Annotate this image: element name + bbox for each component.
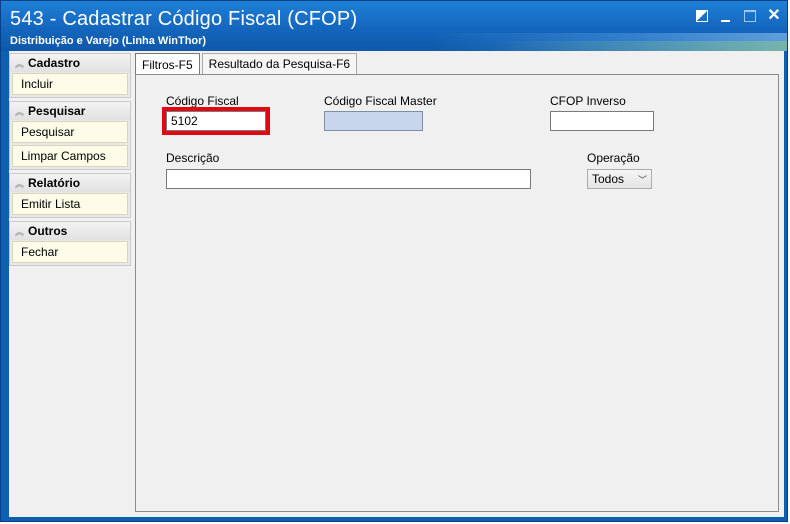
action-sidebar: ︽ Cadastro Incluir ︽ Pesquisar Pesquisar L… [9, 53, 131, 269]
codigo-fiscal-master-input[interactable] [324, 111, 423, 131]
incluir-button[interactable]: Incluir [12, 73, 128, 95]
maximize-icon[interactable] [743, 9, 757, 23]
operacao-select[interactable]: Todos ﹀ [587, 169, 652, 189]
tab-strip: Filtros-F5 Resultado da Pesquisa-F6 [135, 53, 359, 75]
group-label: Relatório [28, 176, 81, 190]
sidebar-group-header[interactable]: ︽ Pesquisar [10, 102, 130, 120]
cfop-inverso-input[interactable] [550, 111, 654, 131]
limpar-campos-button[interactable]: Limpar Campos [12, 145, 128, 167]
emitir-lista-button[interactable]: Emitir Lista [12, 193, 128, 215]
chevron-up-icon: ︽ [15, 58, 25, 69]
sidebar-group-header[interactable]: ︽ Outros [10, 222, 130, 240]
window-controls: ✕ [695, 8, 781, 24]
sidebar-group-header[interactable]: ︽ Cadastro [10, 54, 130, 72]
chevron-up-icon: ︽ [15, 106, 25, 117]
window-subtitle: Distribuição e Varejo (Linha WinThor) [10, 35, 207, 47]
sidebar-group-outros: ︽ Outros Fechar [9, 221, 131, 266]
restore-icon[interactable] [695, 9, 709, 23]
group-label: Pesquisar [28, 104, 86, 118]
window-title: 543 - Cadastrar Código Fiscal (CFOP) [10, 8, 358, 30]
sidebar-group-header[interactable]: ︽ Relatório [10, 174, 130, 192]
app-window: 543 - Cadastrar Código Fiscal (CFOP) Dis… [0, 0, 788, 522]
chevron-down-icon: ﹀ [637, 174, 647, 185]
filter-panel: Código Fiscal 5102 Código Fiscal Master … [135, 74, 779, 512]
operacao-label: Operação [587, 151, 640, 165]
title-bar[interactable]: 543 - Cadastrar Código Fiscal (CFOP) Dis… [1, 1, 787, 51]
client-area: ︽ Cadastro Incluir ︽ Pesquisar Pesquisar L… [9, 51, 784, 517]
pesquisar-button[interactable]: Pesquisar [12, 121, 128, 143]
minimize-icon[interactable] [719, 9, 733, 23]
sidebar-group-pesquisar: ︽ Pesquisar Pesquisar Limpar Campos [9, 101, 131, 170]
descricao-input[interactable] [166, 169, 531, 189]
tab-filtros[interactable]: Filtros-F5 [135, 53, 200, 75]
group-label: Outros [28, 224, 68, 238]
main-content: Filtros-F5 Resultado da Pesquisa-F6 Códi… [135, 53, 780, 512]
sidebar-group-relatorio: ︽ Relatório Emitir Lista [9, 173, 131, 218]
descricao-label: Descrição [166, 151, 220, 165]
tab-resultado-pesquisa[interactable]: Resultado da Pesquisa-F6 [201, 53, 358, 74]
codigo-fiscal-master-label: Código Fiscal Master [324, 94, 437, 108]
cfop-inverso-label: CFOP Inverso [550, 94, 626, 108]
group-label: Cadastro [28, 56, 81, 70]
chevron-up-icon: ︽ [15, 226, 25, 237]
codigo-fiscal-input[interactable]: 5102 [162, 107, 270, 135]
codigo-fiscal-label: Código Fiscal [166, 94, 239, 108]
chevron-up-icon: ︽ [15, 178, 25, 189]
close-icon[interactable]: ✕ [767, 8, 781, 24]
title-bar-decoration-accent [489, 41, 787, 51]
sidebar-group-cadastro: ︽ Cadastro Incluir [9, 53, 131, 98]
fechar-button[interactable]: Fechar [12, 241, 128, 263]
operacao-selected-value: Todos [592, 172, 625, 186]
